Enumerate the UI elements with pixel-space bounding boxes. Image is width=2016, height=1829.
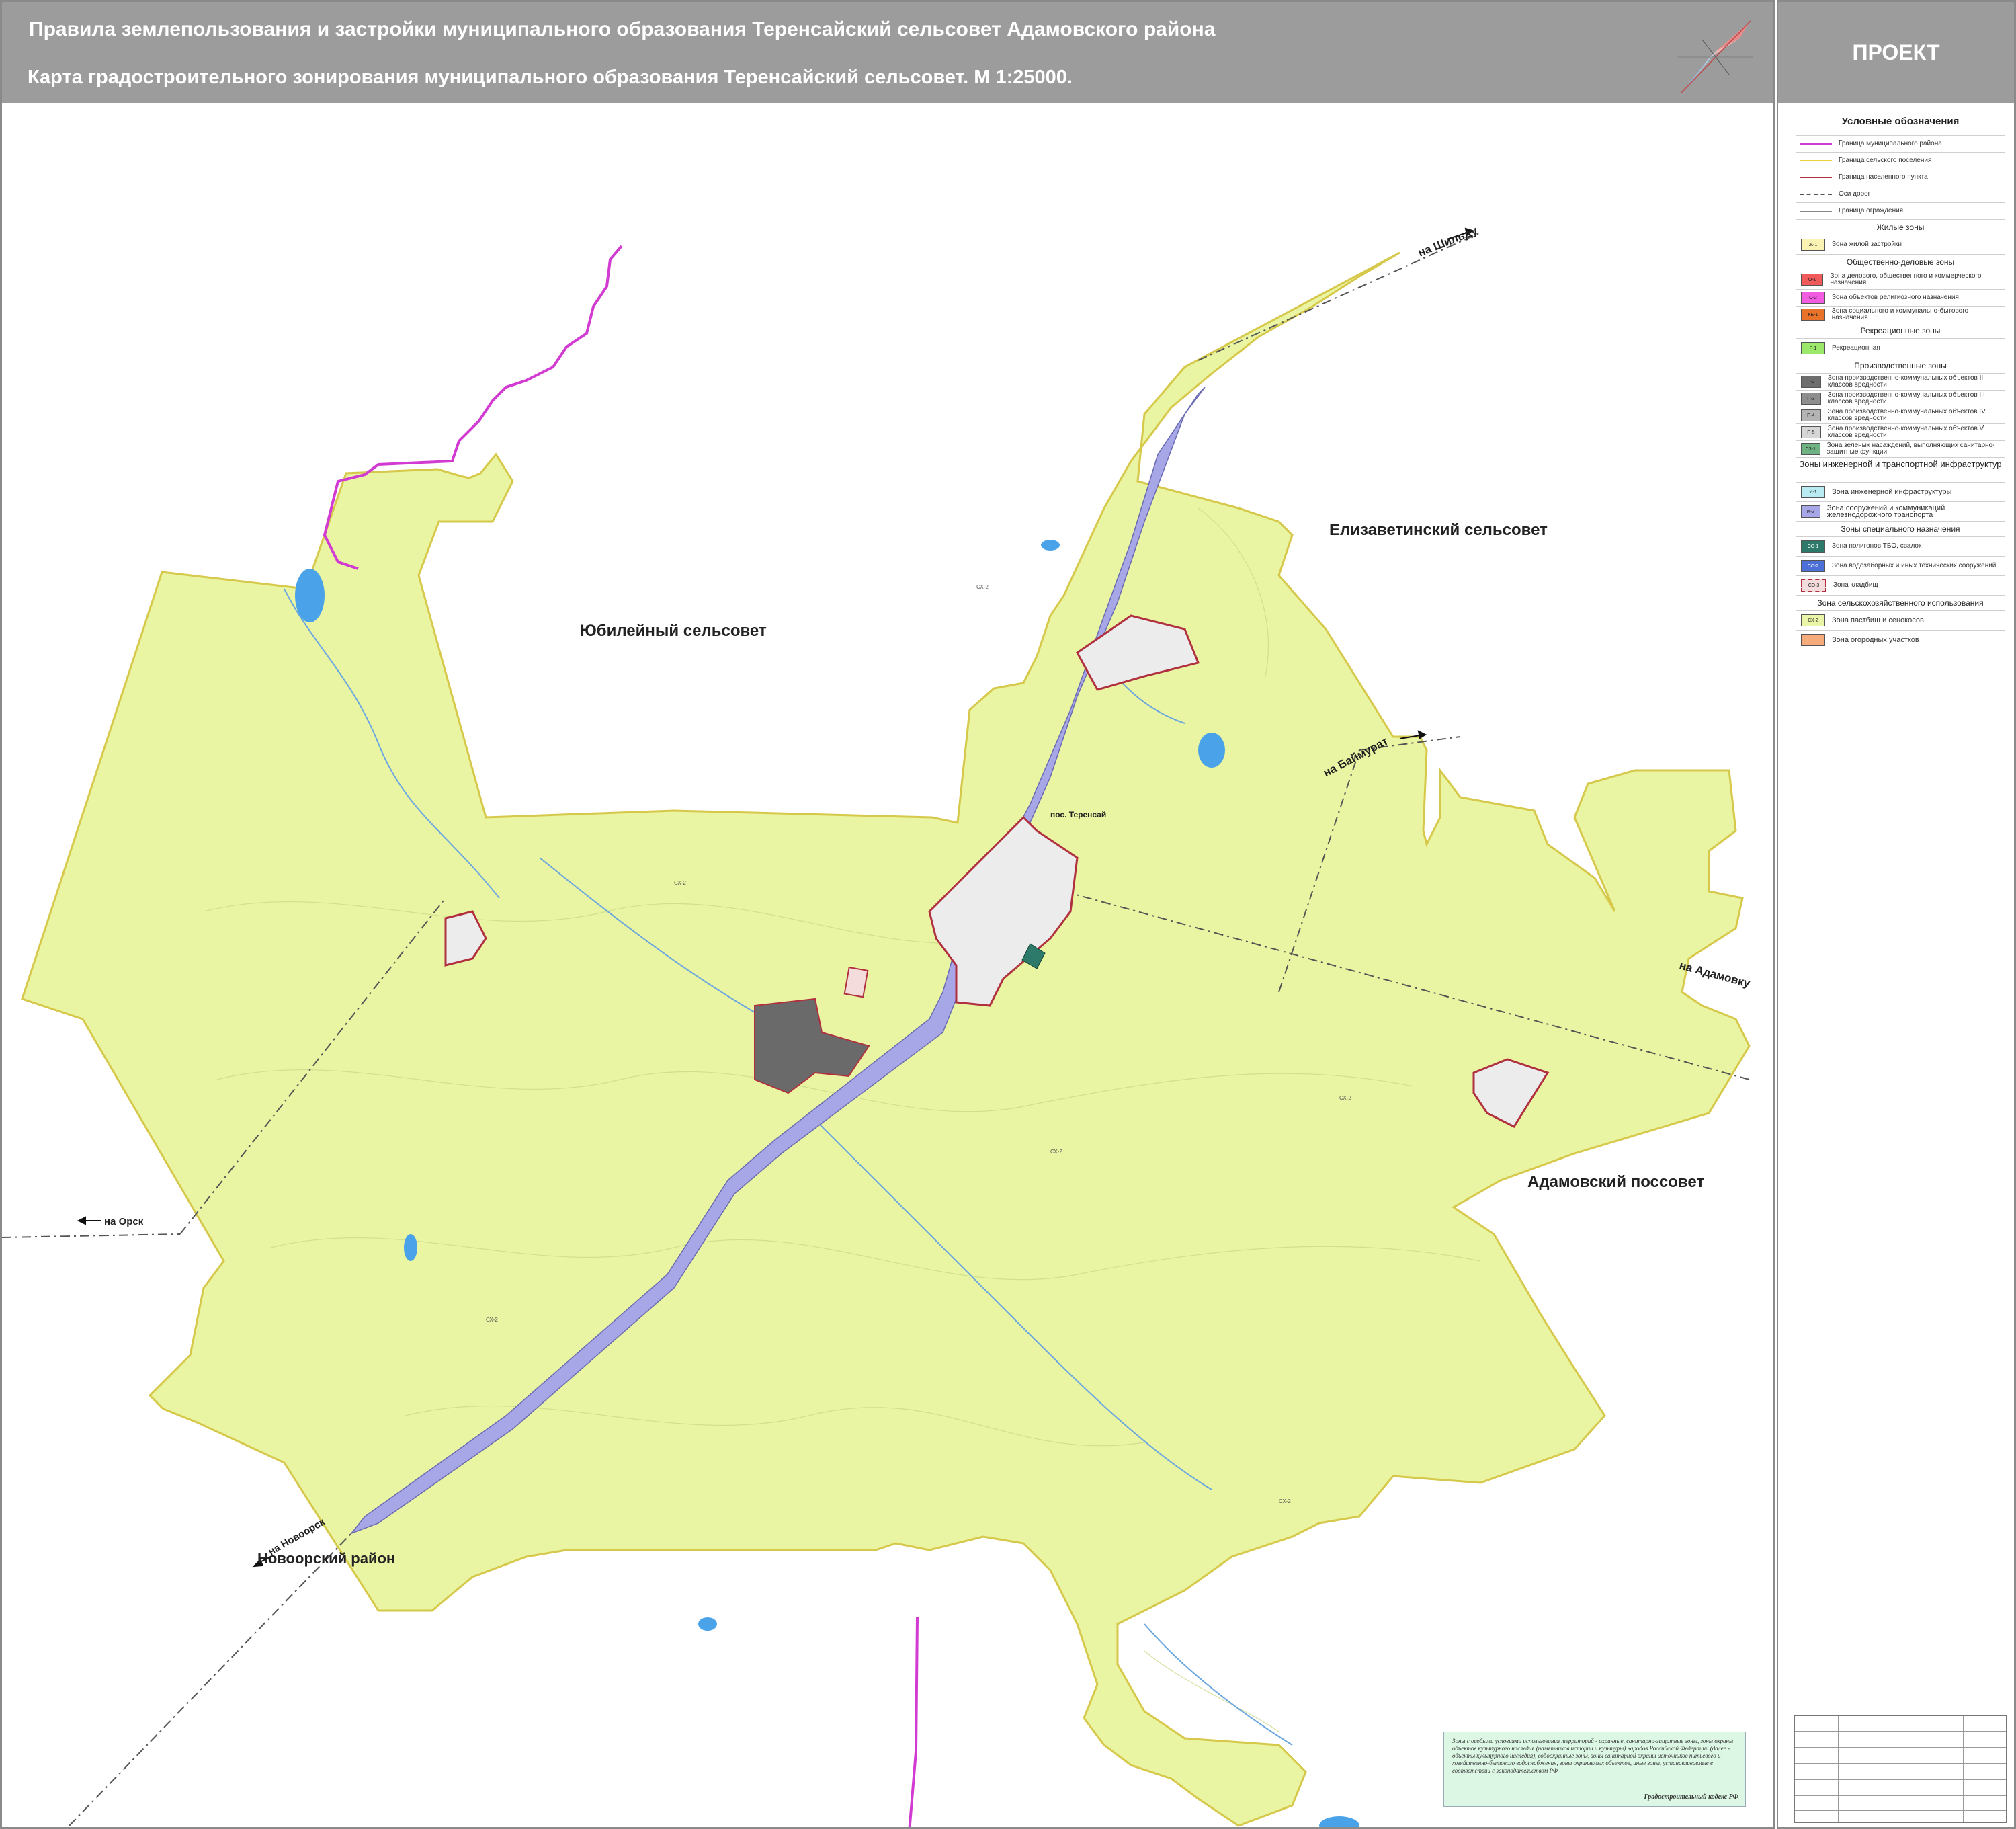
road-label-orsk: на Орск [104, 1216, 144, 1227]
legend-item: КБ-1 Зона социального и коммунально-бытов… [1796, 306, 2005, 323]
legend-item: Оси дорог [1796, 186, 2005, 202]
zone-code: СХ-2 [1339, 1095, 1351, 1101]
legend-item: П-4 Зона производственно-коммунальных объ… [1796, 407, 2005, 423]
settlement-border-icon [1800, 160, 1832, 161]
note-text: Зоны с особыми условиями использования т… [1452, 1738, 1734, 1774]
legend-section: Рекреационные зоны [1796, 323, 2005, 338]
zone-code: СХ-2 [976, 584, 989, 590]
legend-section: Зоны специального назначения [1796, 521, 2005, 536]
legend-item: П-3 Зона производственно-коммунальных объ… [1796, 390, 2005, 407]
legend-item: СЗ-1 Зона зеленых насаждений, выполняющих… [1796, 440, 2005, 457]
title-block: Правила землепользования и застройки мун… [2, 2, 1773, 103]
note-source: Градостроительный кодекс РФ [1644, 1793, 1738, 1801]
legend-item: О-2 Зона объектов религиозного назначения [1796, 289, 2005, 306]
locality-border-icon [1800, 177, 1832, 178]
label-elizavetinsky: Елизаветинский сельсовет [1329, 521, 1548, 539]
district-line-icon [1800, 143, 1832, 145]
legend-section: Жилые зоны [1796, 219, 2005, 235]
legend-item: П-2 Зона производственно-коммунальных объ… [1796, 373, 2005, 390]
legend-item: П-5 Зона производственно-коммунальных объ… [1796, 423, 2005, 440]
cemetery-zone [843, 966, 869, 998]
garden-swatch [1801, 634, 1825, 646]
legend-item: СО-1 Зона полигонов ТБО, свалок [1796, 536, 2005, 556]
legend-item: СО-2 Зона водозаборных и иных технических… [1796, 556, 2005, 575]
legend-section: Зона сельскохозяйственного использования [1796, 595, 2005, 610]
north-arrow-icon [1678, 20, 1753, 94]
sheet-title: Правила землепользования и застройки мун… [29, 18, 1216, 40]
legend-item: СО-3 Зона кладбищ [1796, 575, 2005, 595]
zone-code: СХ-2 [486, 1317, 498, 1323]
zone-code: СХ-2 [1279, 1498, 1291, 1504]
title-stamp [1794, 1715, 2007, 1823]
legend-item: Граница сельского поселения [1796, 152, 2005, 169]
legend-section: Зоны инженерной и транспортной инфрастру… [1796, 457, 2005, 482]
restrictions-note: Зоны с особыми условиями использования т… [1443, 1732, 1746, 1807]
legend-item: И-1 Зона инженерной инфраструктуры [1796, 482, 2005, 501]
legend-item: Р-1 Рекреационная [1796, 338, 2005, 358]
label-adamovsky: Адамовский поссовет [1527, 1173, 1704, 1191]
legend-item: Ж-1 Зона жилой застройки [1796, 235, 2005, 254]
legend-panel: Условные обозначения Граница муниципальн… [1779, 105, 2014, 1827]
legend-item: Граница муниципального района [1796, 135, 2005, 152]
legend: Условные обозначения Граница муниципальн… [1796, 109, 2005, 649]
legend-item: Граница ограждения [1796, 202, 2005, 219]
label-yubileyny: Юбилейный сельсовет [580, 622, 767, 640]
legend-section: Производственные зоны [1796, 358, 2005, 373]
road-axis-icon [1800, 194, 1832, 195]
map-title: Карта градостроительного зонирования мун… [28, 67, 1073, 88]
status-label: ПРОЕКТ [1778, 2, 2014, 103]
legend-item: Зона огородных участков [1796, 630, 2005, 649]
legend-item: СХ-2 Зона пастбищ и сенокосов [1796, 610, 2005, 630]
legend-item: О-1 Зона делового, общественного и коммер… [1796, 270, 2005, 289]
zone-code: СХ-2 [1050, 1149, 1062, 1155]
fence-line-icon [1800, 210, 1832, 212]
zoning-map: Юбилейный сельсовет Елизаветинский сельс… [2, 105, 1773, 1827]
legend-item: И-2 Зона сооружений и коммуникаций железн… [1796, 501, 2005, 521]
zone-code: СХ-2 [674, 880, 686, 886]
legend-item: Граница населенного пункта [1796, 169, 2005, 186]
label-settlement: пос. Теренсай [1050, 810, 1106, 819]
legend-section: Общественно-деловые зоны [1796, 254, 2005, 270]
panel-separator [1773, 0, 1778, 1829]
legend-title: Условные обозначения [1841, 116, 1960, 127]
